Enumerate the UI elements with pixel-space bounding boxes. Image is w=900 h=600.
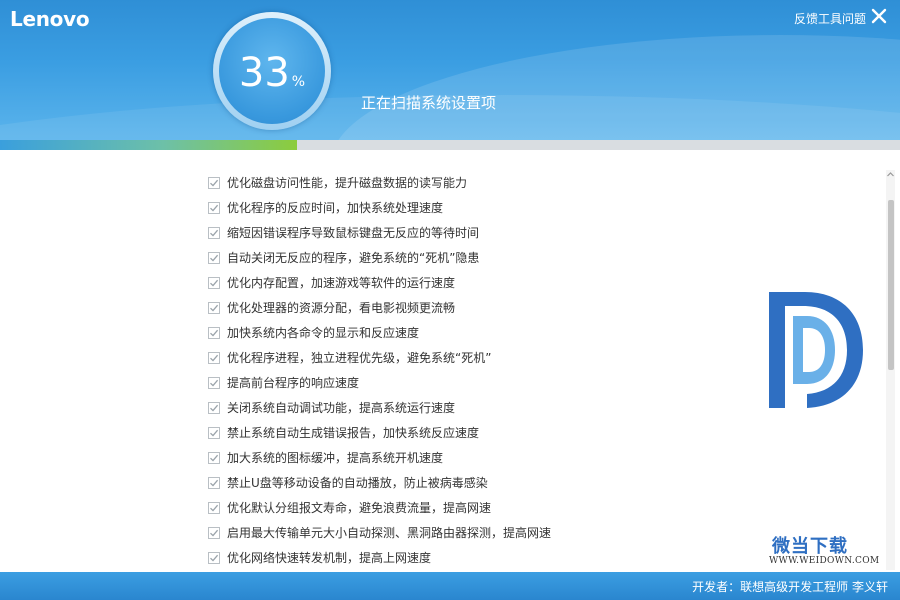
list-item-label: 启用最大传输单元大小自动探测、黑洞路由器探测，提高网速 — [227, 526, 552, 540]
list-item: 优化程序进程，独立进程优先级，避免系统“死机” — [208, 345, 551, 370]
progress-ring-inner: 33% — [219, 18, 325, 124]
developer-credit: 开发者：联想高级开发工程师 李义轩 — [692, 580, 888, 594]
progress-ring: 33% — [213, 12, 331, 130]
list-item: 优化网络快速转发机制，提高上网速度 — [208, 545, 551, 570]
watermark-name: 微当下载 — [772, 536, 848, 557]
list-item: 启用最大传输单元大小自动探测、黑洞路由器探测，提高网速 — [208, 520, 551, 545]
list-item: 关闭系统自动调试功能，提高系统运行速度 — [208, 395, 551, 420]
checkbox[interactable] — [208, 201, 220, 214]
list-item: 加快系统内各命令的显示和反应速度 — [208, 320, 551, 345]
header-banner: Lenovo 反馈工具问题 33% 正在扫描系统设置项 — [0, 0, 900, 140]
list-item: 优化默认分组报文寿命，避免浪费流量，提高网速 — [208, 495, 551, 520]
list-item-label: 自动关闭无反应的程序，避免系统的“死机”隐患 — [227, 251, 480, 265]
checkmark-icon — [210, 554, 219, 562]
checkmark-icon — [210, 454, 219, 462]
list-item-label: 优化磁盘访问性能，提升磁盘数据的读写能力 — [227, 176, 468, 190]
scan-status-text: 正在扫描系统设置项 — [361, 94, 497, 112]
checkbox[interactable] — [208, 251, 220, 264]
footer-bar: 开发者：联想高级开发工程师 李义轩 — [0, 572, 900, 600]
list-item-label: 关闭系统自动调试功能，提高系统运行速度 — [227, 401, 456, 415]
scroll-up-arrow-icon[interactable] — [886, 170, 895, 179]
progress-bar-fill — [0, 140, 297, 150]
weidown-logo-icon — [769, 292, 863, 408]
checkbox[interactable] — [208, 451, 220, 464]
checkbox[interactable] — [208, 326, 220, 339]
list-item-label: 优化内存配置，加速游戏等软件的运行速度 — [227, 276, 456, 290]
optimization-list: 优化磁盘访问性能，提升磁盘数据的读写能力 优化程序的反应时间，加快系统处理速度缩短… — [208, 170, 551, 570]
list-item-label: 优化网络快速转发机制，提高上网速度 — [227, 551, 432, 565]
percent-symbol: % — [291, 74, 306, 90]
list-item: 加大系统的图标缓冲，提高系统开机速度 — [208, 445, 551, 470]
list-item: 优化内存配置，加速游戏等软件的运行速度 — [208, 270, 551, 295]
checkbox[interactable] — [208, 351, 220, 364]
list-item: 禁止系统自动生成错误报告，加快系统反应速度 — [208, 420, 551, 445]
checkbox[interactable] — [208, 226, 220, 239]
watermark-url: WWW.WEIDOWN.COM — [769, 556, 880, 566]
list-item-label: 优化处理器的资源分配，看电影视频更流畅 — [227, 301, 456, 315]
checkbox[interactable] — [208, 176, 220, 189]
checkmark-icon — [210, 404, 219, 412]
list-item-label: 优化程序进程，独立进程优先级，避免系统“死机” — [227, 351, 492, 365]
checkbox[interactable] — [208, 426, 220, 439]
checkbox[interactable] — [208, 276, 220, 289]
percent-number: 33 — [238, 50, 290, 96]
checkbox[interactable] — [208, 476, 220, 489]
list-item: 优化程序的反应时间，加快系统处理速度 — [208, 195, 551, 220]
close-icon[interactable] — [870, 7, 888, 25]
checkmark-icon — [210, 279, 219, 287]
vertical-scrollbar[interactable] — [886, 170, 895, 570]
lenovo-logo: Lenovo — [10, 7, 90, 31]
list-item: 禁止U盘等移动设备的自动播放，防止被病毒感染 — [208, 470, 551, 495]
list-item-label: 提高前台程序的响应速度 — [227, 376, 360, 390]
checkbox[interactable] — [208, 501, 220, 514]
list-item-label: 加大系统的图标缓冲，提高系统开机速度 — [227, 451, 444, 465]
checkbox[interactable] — [208, 551, 220, 564]
checkbox[interactable] — [208, 376, 220, 389]
checkbox[interactable] — [208, 526, 220, 539]
list-item-label: 优化默认分组报文寿命，避免浪费流量，提高网速 — [227, 501, 492, 515]
checkmark-icon — [210, 229, 219, 237]
list-item-label: 禁止U盘等移动设备的自动播放，防止被病毒感染 — [227, 476, 488, 490]
checkmark-icon — [210, 329, 219, 337]
checkmark-icon — [210, 479, 219, 487]
checkmark-icon — [210, 254, 219, 262]
list-item: 优化处理器的资源分配，看电影视频更流畅 — [208, 295, 551, 320]
list-item: 优化磁盘访问性能，提升磁盘数据的读写能力 — [208, 170, 551, 195]
checkmark-icon — [210, 379, 219, 387]
checkmark-icon — [210, 204, 219, 212]
list-item-label: 加快系统内各命令的显示和反应速度 — [227, 326, 420, 340]
checkmark-icon — [210, 304, 219, 312]
list-item: 提高前台程序的响应速度 — [208, 370, 551, 395]
checkmark-icon — [210, 179, 219, 187]
list-item: 自动关闭无反应的程序，避免系统的“死机”隐患 — [208, 245, 551, 270]
list-item-label: 禁止系统自动生成错误报告，加快系统反应速度 — [227, 426, 480, 440]
progress-bar — [0, 140, 900, 150]
list-item: 缩短因错误程序导致鼠标键盘无反应的等待时间 — [208, 220, 551, 245]
feedback-link[interactable]: 反馈工具问题 — [794, 10, 866, 27]
percent-readout: 33% — [219, 53, 325, 93]
list-item-label: 缩短因错误程序导致鼠标键盘无反应的等待时间 — [227, 226, 480, 240]
scrollbar-thumb[interactable] — [888, 200, 894, 370]
checkmark-icon — [210, 354, 219, 362]
checkmark-icon — [210, 504, 219, 512]
checkmark-icon — [210, 529, 219, 537]
checkbox[interactable] — [208, 301, 220, 314]
checkbox[interactable] — [208, 401, 220, 414]
list-item-label: 优化程序的反应时间，加快系统处理速度 — [227, 201, 444, 215]
checkmark-icon — [210, 429, 219, 437]
